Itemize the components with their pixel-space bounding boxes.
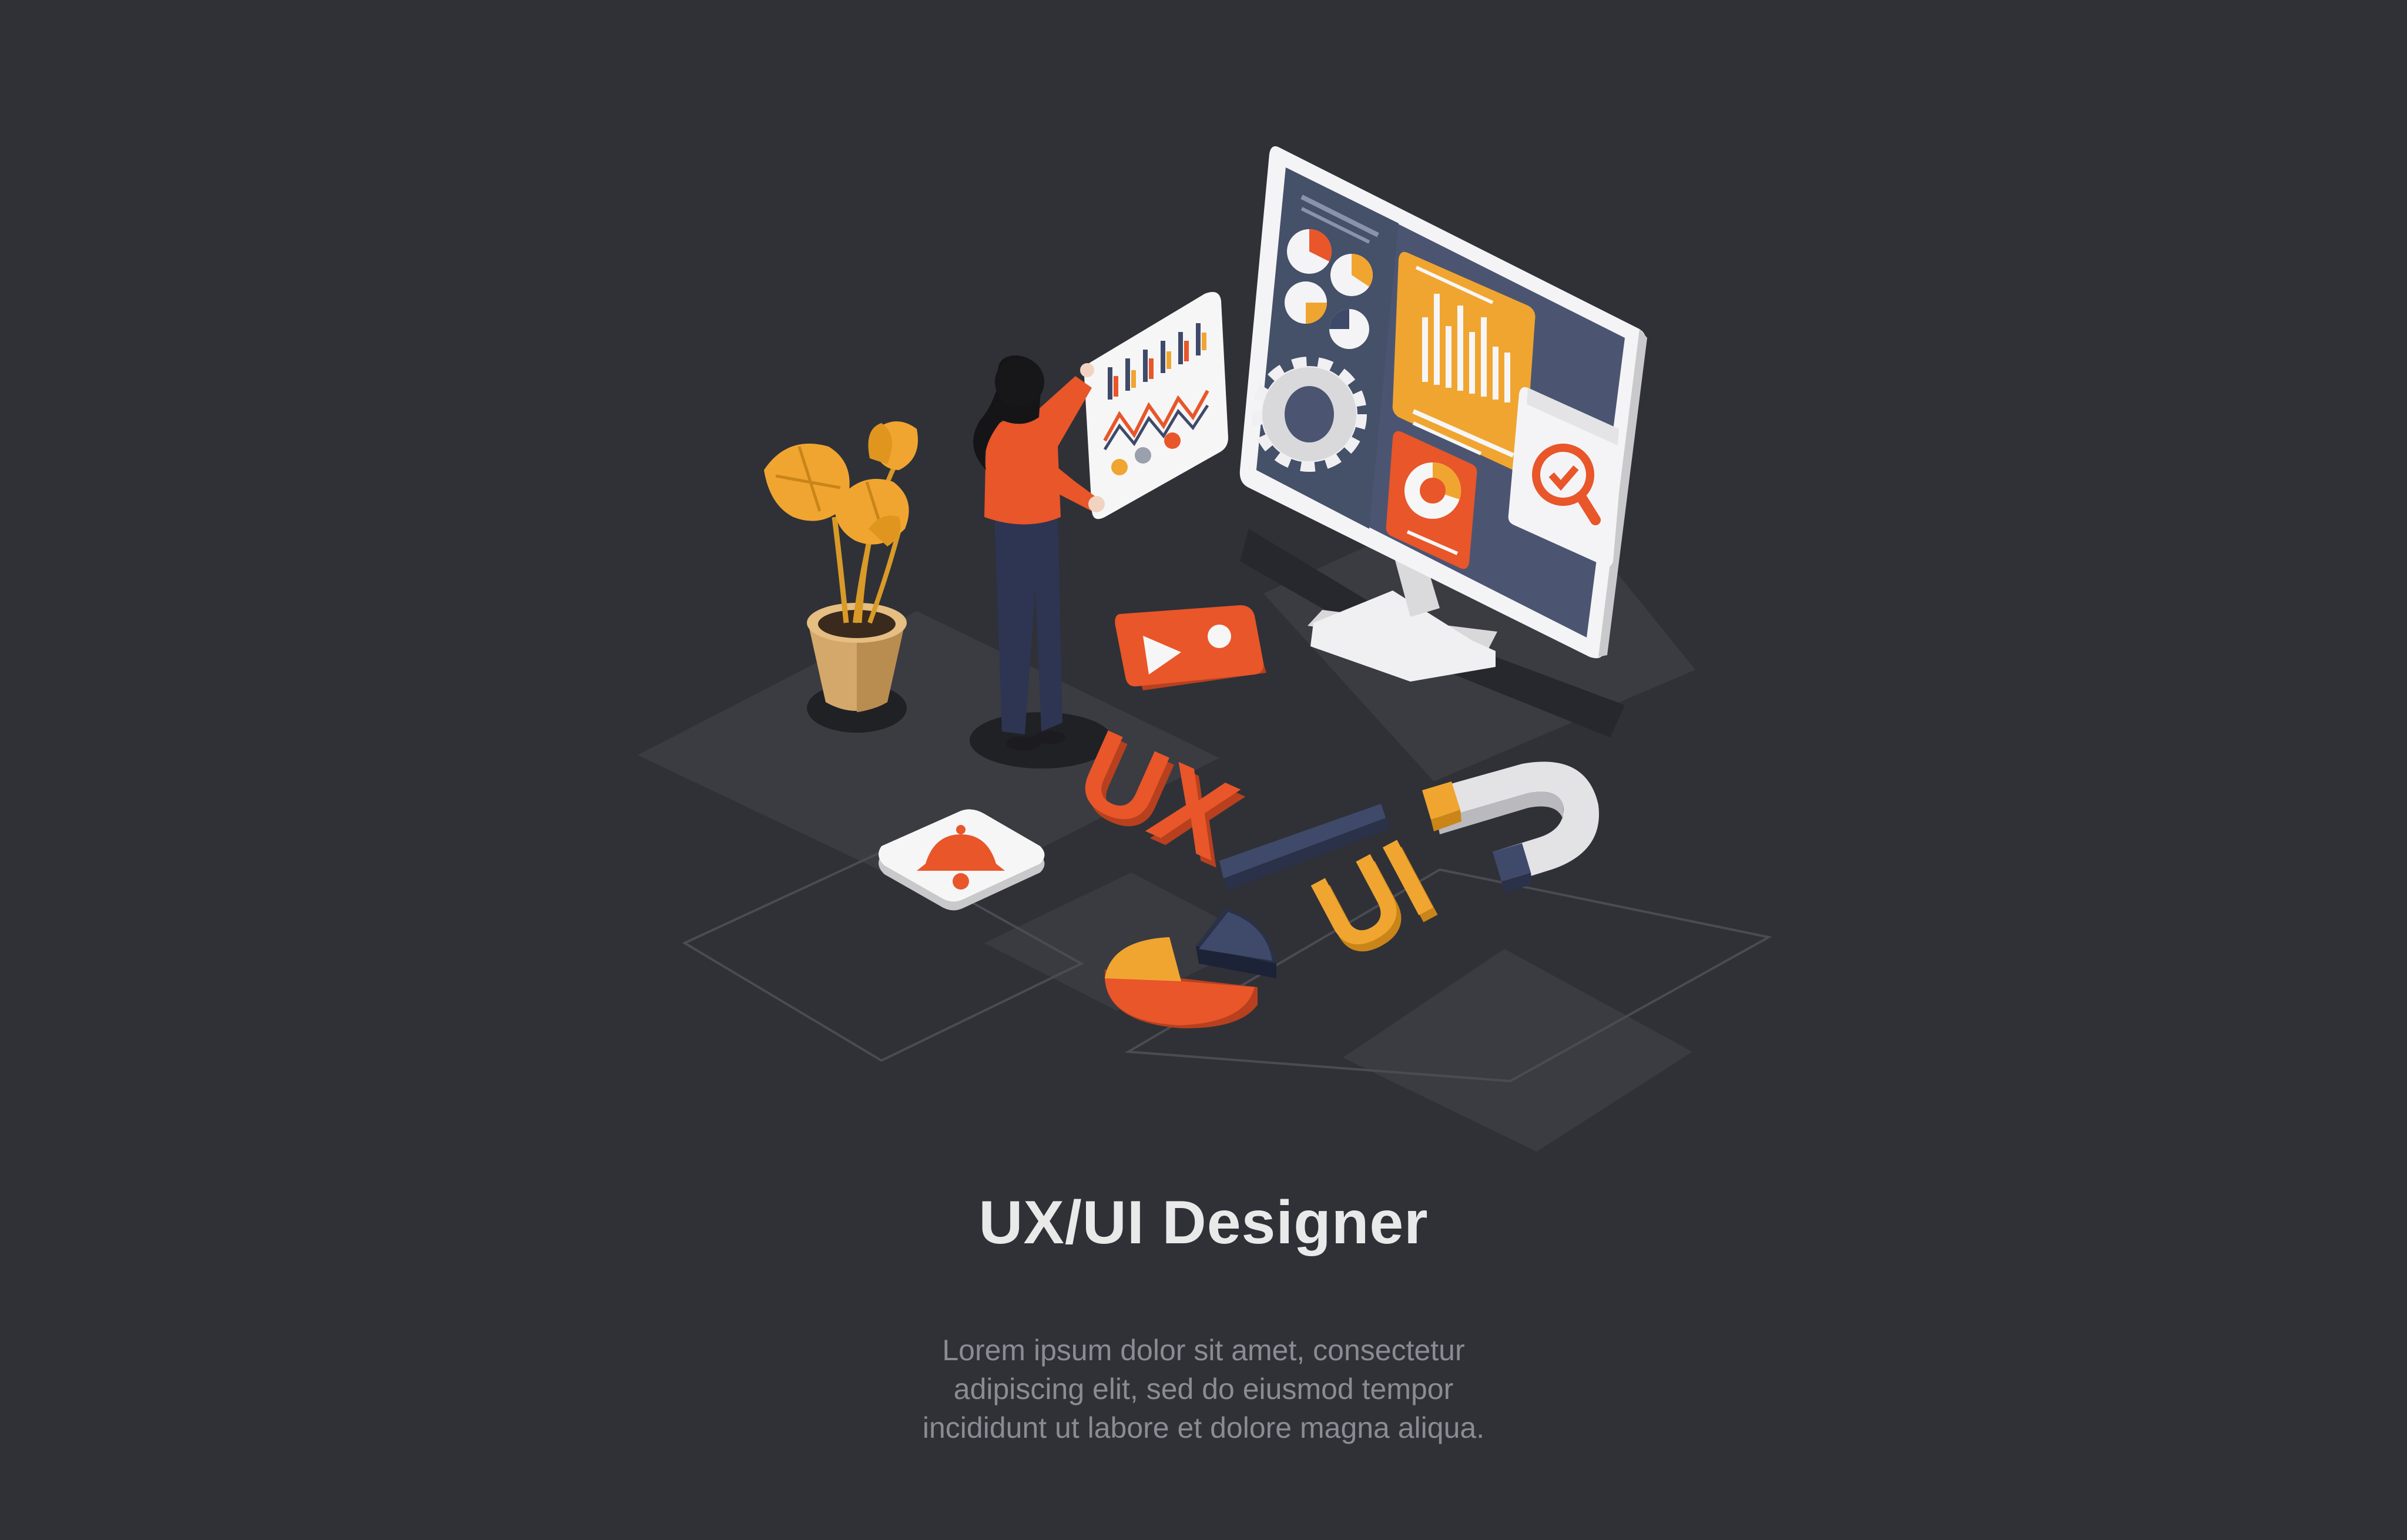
tablet-icon (1084, 291, 1228, 519)
image-icon (1115, 605, 1266, 690)
description-text: Lorem ipsum dolor sit amet, consectetur … (851, 1331, 1556, 1447)
description-line: adipiscing elit, sed do eiusmod tempor (953, 1373, 1454, 1405)
description-line: incididunt ut labore et dolore magna ali… (922, 1411, 1485, 1444)
illustration-canvas: UX UX UI UI UX/UI Designer Lorem ipsum d… (0, 0, 2407, 1540)
isometric-scene: UX UX UI UI (638, 146, 1772, 1152)
magnet-icon (1422, 761, 1599, 893)
description-line: Lorem ipsum dolor sit amet, consectetur (942, 1334, 1465, 1367)
gear-icon (1252, 357, 1367, 472)
page-title: UX/UI Designer (978, 1189, 1429, 1257)
